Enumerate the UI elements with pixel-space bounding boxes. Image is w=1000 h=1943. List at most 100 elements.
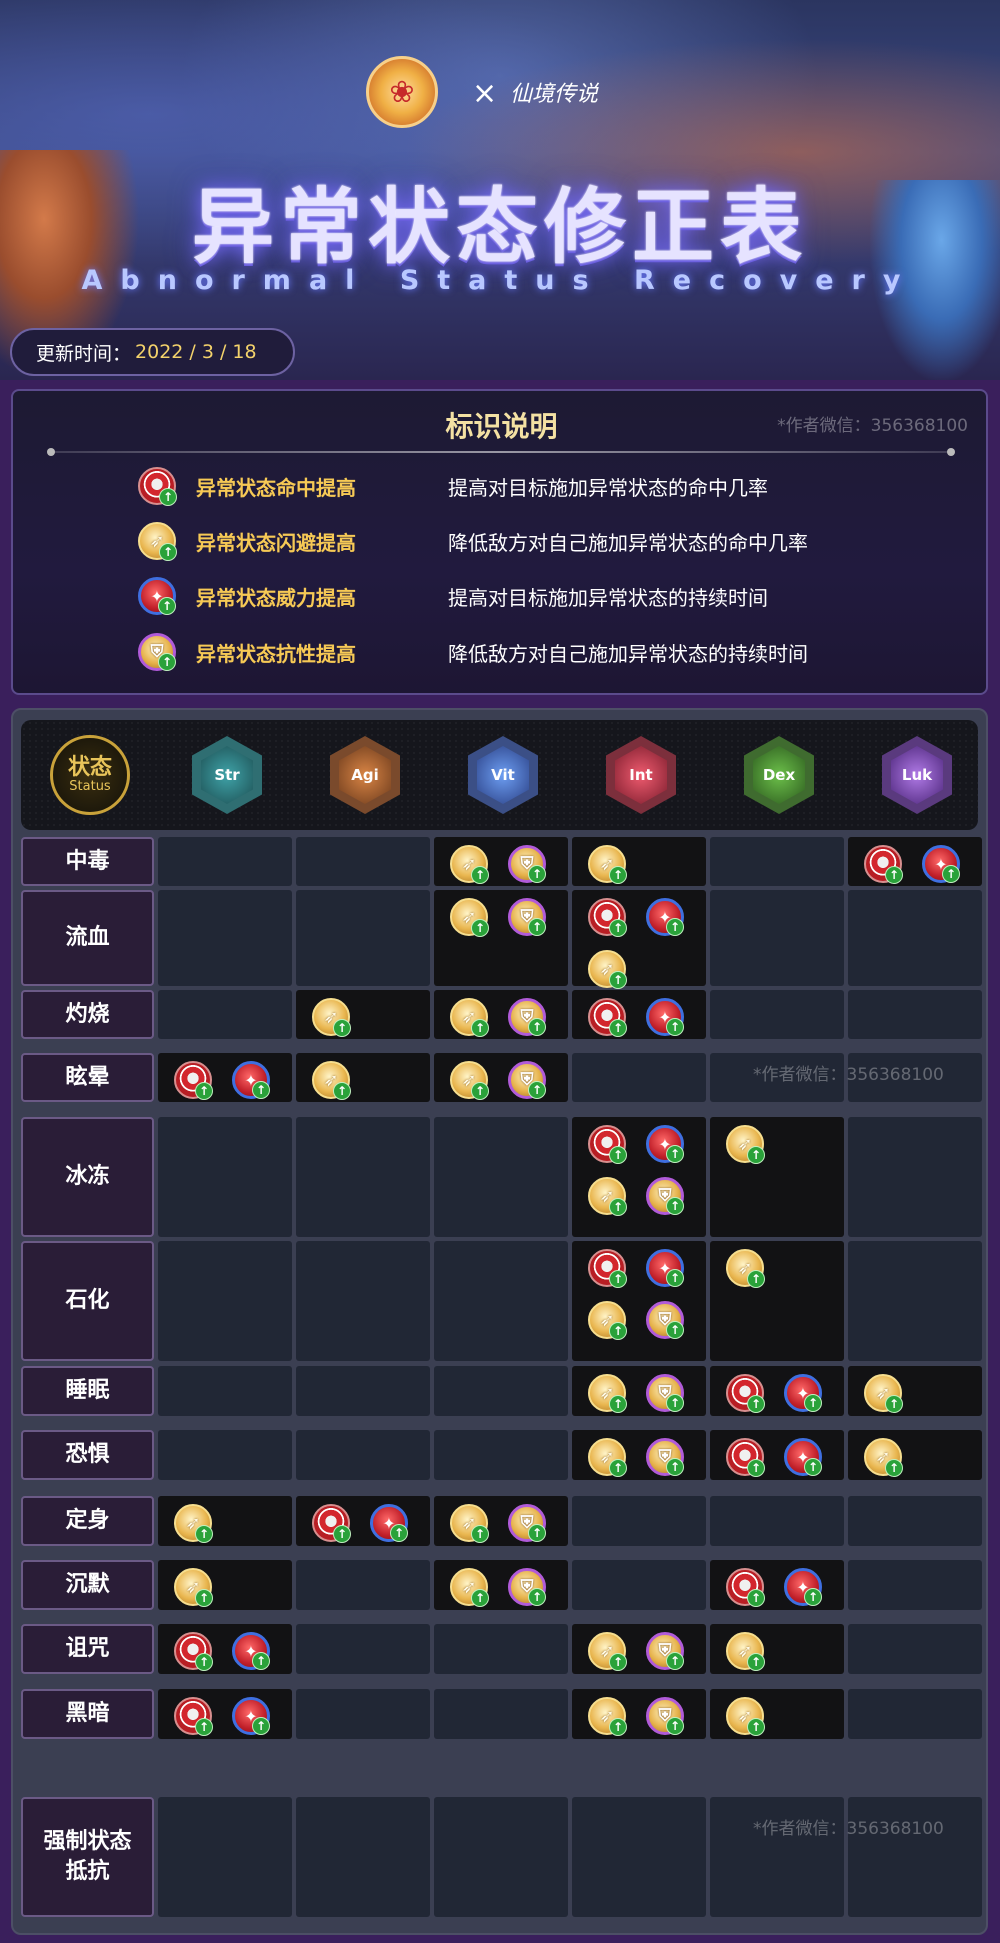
hit-up-icon: ◎↑: [174, 1697, 213, 1736]
table-cell-int: ◎↑ ✦↑: [572, 990, 706, 1039]
legend-item-name: 异常状态威力提高: [196, 585, 356, 610]
evade-up-icon: ➶ ↑: [174, 1568, 213, 1607]
evade-up-icon: ➶ ↑: [588, 1632, 627, 1671]
update-time-label: 更新时间：: [36, 342, 132, 365]
status-table: 状态 Status Str Agi Vit Int Dex Luk 中毒 ➶ ↑ ⛨ ↑…: [11, 708, 988, 1935]
table-cell-str: [158, 1366, 292, 1416]
resist-up-icon: ⛨ ↑: [508, 1061, 546, 1099]
hit-up-icon: ◎↑: [726, 1374, 765, 1413]
table-cell-int: [572, 1797, 706, 1917]
stat-header-agi: Agi: [296, 720, 434, 830]
legend-item: ➶ ↑ 异常状态闪避提高 降低敌方对自己施加异常状态的命中几率: [138, 516, 808, 566]
table-cell-int: ◎↑ ✦↑ ➶↑ ⛨↑: [572, 1241, 706, 1361]
resist-up-icon: ⛨ ↑: [508, 1504, 546, 1542]
table-cell-agi: [296, 1689, 430, 1739]
row-status-name: 中毒: [21, 837, 154, 886]
table-cell-agi: [296, 837, 430, 886]
table-cell-str: ➶ ↑: [158, 1560, 292, 1610]
table-cell-vit: ➶ ↑ ⛨ ↑: [434, 990, 568, 1039]
legend-watermark: *作者微信：356368100: [777, 416, 968, 436]
table-cell-vit: ➶ ↑ ⛨ ↑: [434, 1496, 568, 1546]
table-cell-agi: [296, 890, 430, 986]
legend-item: ◎↑ 异常状态命中提高 提高对目标施加异常状态的命中几率: [138, 461, 768, 511]
status-header-en: Status: [69, 779, 111, 794]
table-cell-dex: [710, 890, 844, 986]
evade-up-icon: ➶ ↑: [726, 1249, 765, 1288]
resist-up-icon: ⛨ ↑: [508, 1568, 546, 1606]
table-cell-vit: [434, 1689, 568, 1739]
table-row: 沉默 ➶↑ ➶↑ ⛨↑ ◎↑ ✦↑: [21, 1560, 982, 1610]
table-row: 石化 ◎↑ ✦↑ ➶↑ ⛨↑ ➶↑: [21, 1241, 982, 1361]
table-cell-str: [158, 1430, 292, 1480]
str-hex-icon: Str: [192, 736, 262, 814]
page-subtitle: Abnormal Status Recovery: [81, 265, 919, 296]
table-cell-str: [158, 1117, 292, 1237]
table-cell-agi: [296, 1430, 430, 1480]
evade-up-icon: ➶ ↑: [450, 1061, 489, 1100]
table-row: 诅咒 ◎↑ ✦↑ ➶↑ ⛨↑ ➶↑: [21, 1624, 982, 1674]
table-cell-dex: [710, 1496, 844, 1546]
vit-hex-icon: Vit: [468, 736, 538, 814]
evade-up-icon: ➶ ↑: [588, 950, 627, 989]
table-cell-dex: ➶ ↑: [710, 1624, 844, 1674]
power-up-icon: ✦ ↑: [646, 898, 684, 936]
hit-up-icon: ◎↑: [588, 998, 627, 1037]
table-cell-str: [158, 1797, 292, 1917]
status-badge: 状态 Status: [50, 735, 130, 815]
resist-up-icon: ⛨ ↑: [646, 1697, 684, 1735]
row-status-name: 恐惧: [21, 1430, 154, 1480]
table-cell-vit: ➶ ↑ ⛨ ↑: [434, 1053, 568, 1102]
hit-up-icon: ◎↑: [726, 1568, 765, 1607]
evade-up-icon: ➶ ↑: [588, 1301, 627, 1340]
hit-up-icon: ◎↑: [864, 845, 903, 884]
evade-up-icon: ➶ ↑: [312, 998, 351, 1037]
hit-up-icon: ◎↑: [588, 898, 627, 937]
table-cell-luk: ➶ ↑: [848, 1430, 982, 1480]
table-cell-str: ◎↑ ✦↑: [158, 1053, 292, 1102]
table-cell-vit: [434, 1366, 568, 1416]
table-cell-dex: ➶ ↑: [710, 1689, 844, 1739]
resist-up-icon: ⛨ ↑: [646, 1438, 684, 1476]
hit-up-icon: ◎↑: [174, 1061, 213, 1100]
resist-up-icon: ⛨ ↑: [508, 998, 546, 1036]
row-status-name: 睡眠: [21, 1366, 154, 1416]
table-cell-int: ◎↑ ✦↑ ➶↑: [572, 890, 706, 989]
row-status-name: 冰冻: [21, 1117, 154, 1237]
table-header: 状态 Status Str Agi Vit Int Dex Luk: [21, 720, 978, 830]
resist-up-icon: ⛨ ↑: [646, 1177, 684, 1215]
table-cell-int: ➶ ↑: [572, 837, 706, 886]
table-cell-agi: [296, 1797, 430, 1917]
table-cell-int: [572, 1496, 706, 1546]
power-up-icon: ✦ ↑: [784, 1438, 822, 1476]
table-cell-agi: [296, 1624, 430, 1674]
table-cell-vit: ➶ ↑ ⛨ ↑: [434, 890, 568, 986]
stat-header-str: Str: [158, 720, 296, 830]
stat-header-vit: Vit: [434, 720, 572, 830]
legend-item: ⛨ ↑ 异常状态抗性提高 降低敌方对自己施加异常状态的持续时间: [138, 627, 808, 677]
table-cell-vit: [434, 1624, 568, 1674]
legend-item-desc: 降低敌方对自己施加异常状态的持续时间: [448, 641, 808, 666]
table-cell-str: ◎↑ ✦↑: [158, 1624, 292, 1674]
table-watermark: *作者微信：356368100: [753, 1819, 944, 1839]
row-status-name: 黑暗: [21, 1689, 154, 1739]
table-cell-int: [572, 1053, 706, 1102]
resist-up-icon: ⛨ ↑: [508, 898, 546, 936]
table-row: 流血 ➶↑ ⛨↑ ◎↑ ✦↑ ➶↑: [21, 890, 982, 989]
luk-hex-icon: Luk: [882, 736, 952, 814]
table-row: 定身 ➶↑ ◎↑ ✦↑ ➶↑ ⛨↑: [21, 1496, 982, 1546]
evade-up-icon: ➶ ↑: [588, 1697, 627, 1736]
table-cell-vit: [434, 1241, 568, 1361]
power-up-icon: ✦ ↑: [138, 577, 176, 615]
table-cell-agi: [296, 1241, 430, 1361]
collab-x: ×: [472, 76, 498, 111]
table-cell-int: ◎↑ ✦↑ ➶↑ ⛨↑: [572, 1117, 706, 1237]
hit-up-icon: ◎↑: [588, 1125, 627, 1164]
table-cell-luk: ➶ ↑: [848, 1366, 982, 1416]
table-cell-str: [158, 890, 292, 986]
game-logo: 仙境传说: [510, 82, 599, 107]
hit-up-icon: ◎↑: [138, 467, 177, 506]
table-cell-agi: [296, 1117, 430, 1237]
table-cell-str: ➶ ↑: [158, 1496, 292, 1546]
table-cell-dex: [710, 990, 844, 1039]
row-status-name: 沉默: [21, 1560, 154, 1610]
